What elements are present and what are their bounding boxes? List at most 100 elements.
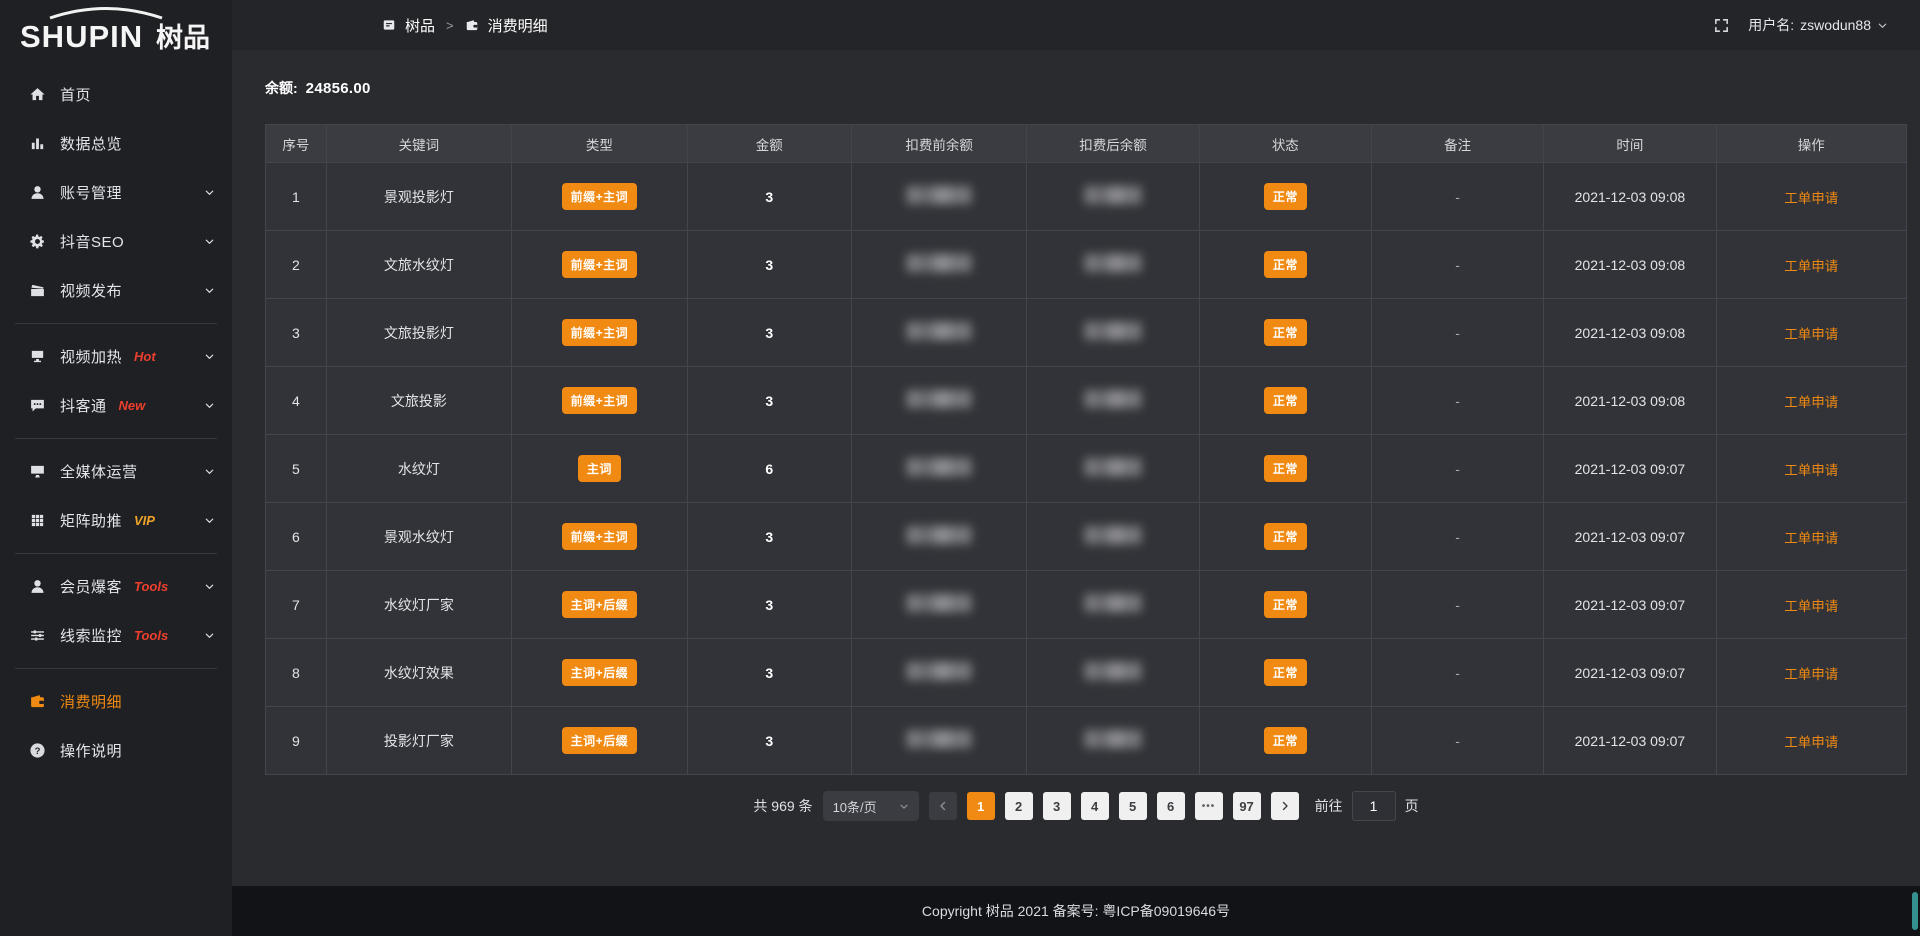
- remark-cell: -: [1371, 367, 1543, 435]
- column-header: 时间: [1544, 125, 1716, 163]
- sidebar-item-label: 视频发布: [60, 280, 122, 301]
- post-balance-cell: [1027, 163, 1199, 231]
- ticket-request-link[interactable]: 工单申请: [1784, 191, 1838, 206]
- type-cell: 前缀+主词: [512, 299, 688, 367]
- action-cell: 工单申请: [1716, 707, 1906, 775]
- type-cell: 前缀+主词: [512, 163, 688, 231]
- goto-page: 前往 页: [1315, 791, 1419, 821]
- goto-page-input[interactable]: [1352, 791, 1396, 821]
- sidebar-item-tag: Tools: [134, 579, 168, 594]
- masked-post-balance: [1085, 390, 1141, 408]
- sidebar-item-all-media[interactable]: 全媒体运营: [0, 447, 232, 496]
- type-badge: 主词+后缀: [562, 591, 638, 618]
- ticket-request-link[interactable]: 工单申请: [1784, 327, 1838, 342]
- remark-cell: -: [1371, 503, 1543, 571]
- scrollbar-thumb[interactable]: [1912, 892, 1918, 930]
- page-buttons: 123456 ••• 97: [967, 792, 1261, 820]
- keyword-cell: 水纹灯厂家: [326, 571, 511, 639]
- sidebar-item-douketong[interactable]: 抖客通New: [0, 381, 232, 430]
- next-page-button[interactable]: [1271, 792, 1299, 820]
- sidebar-item-clue-monitor[interactable]: 线索监控Tools: [0, 611, 232, 660]
- status-badge: 正常: [1264, 591, 1307, 618]
- row-index-cell: 9: [266, 707, 327, 775]
- post-balance-cell: [1027, 571, 1199, 639]
- table-row: 1景观投影灯前缀+主词3正常-2021-12-03 09:08工单申请: [266, 163, 1907, 231]
- masked-pre-balance: [907, 730, 971, 748]
- ticket-request-link[interactable]: 工单申请: [1784, 599, 1838, 614]
- page-size-select[interactable]: 10条/页: [823, 791, 919, 821]
- action-cell: 工单申请: [1716, 435, 1906, 503]
- remark-cell: -: [1371, 299, 1543, 367]
- chevron-down: [200, 397, 218, 415]
- column-header: 操作: [1716, 125, 1906, 163]
- ticket-request-link[interactable]: 工单申请: [1784, 735, 1838, 750]
- table-row: 9投影灯厂家主词+后缀3正常-2021-12-03 09:07工单申请: [266, 707, 1907, 775]
- time-cell: 2021-12-03 09:08: [1544, 299, 1716, 367]
- breadcrumb-current: 消费明细: [488, 15, 548, 36]
- ticket-request-link[interactable]: 工单申请: [1784, 395, 1838, 410]
- sidebar-item-label: 首页: [60, 84, 91, 105]
- copyright-text: Copyright 树品 2021 备案号: 粤ICP备09019646号: [922, 901, 1230, 921]
- page-button-5[interactable]: 5: [1119, 792, 1147, 820]
- sidebar-item-douyin-seo[interactable]: 抖音SEO: [0, 217, 232, 266]
- logo-suffix: 树品: [156, 23, 210, 53]
- table-body: 1景观投影灯前缀+主词3正常-2021-12-03 09:08工单申请2文旅水纹…: [266, 163, 1907, 775]
- keyword-cell: 景观水纹灯: [326, 503, 511, 571]
- masked-pre-balance: [907, 254, 971, 272]
- ticket-request-link[interactable]: 工单申请: [1784, 259, 1838, 274]
- sidebar-item-video-heat[interactable]: 视频加热Hot: [0, 332, 232, 381]
- ticket-request-link[interactable]: 工单申请: [1784, 667, 1838, 682]
- time-cell: 2021-12-03 09:07: [1544, 503, 1716, 571]
- amount-cell: 3: [687, 639, 851, 707]
- sidebar-item-label: 数据总览: [60, 133, 122, 154]
- svg-text:?: ?: [34, 746, 40, 757]
- keyword-cell: 文旅水纹灯: [326, 231, 511, 299]
- page-button-6[interactable]: 6: [1157, 792, 1185, 820]
- sidebar-item-video-publish[interactable]: 视频发布: [0, 266, 232, 315]
- more-pages-button[interactable]: •••: [1195, 792, 1223, 820]
- sidebar-item-home[interactable]: 首页: [0, 70, 232, 119]
- type-badge: 主词+后缀: [562, 727, 638, 754]
- keyword-cell: 水纹灯: [326, 435, 511, 503]
- sidebar-item-label: 消费明细: [60, 691, 122, 712]
- ticket-request-link[interactable]: 工单申请: [1784, 463, 1838, 478]
- amount-cell: 3: [687, 163, 851, 231]
- breadcrumb-root[interactable]: 树品: [405, 15, 435, 36]
- page-button-2[interactable]: 2: [1005, 792, 1033, 820]
- time-cell: 2021-12-03 09:08: [1544, 367, 1716, 435]
- sidebar-item-account-manage[interactable]: 账号管理: [0, 168, 232, 217]
- sidebar-item-member-burst[interactable]: 会员爆客Tools: [0, 562, 232, 611]
- sidebar-item-operation-guide[interactable]: ? 操作说明: [0, 726, 232, 775]
- post-balance-cell: [1027, 639, 1199, 707]
- amount-cell: 3: [687, 299, 851, 367]
- chevron-down: [200, 578, 218, 596]
- page-button-97[interactable]: 97: [1233, 792, 1261, 820]
- sidebar-item-tag: Tools: [134, 628, 168, 643]
- sidebar-item-matrix-boost[interactable]: 矩阵助推VIP: [0, 496, 232, 545]
- bar-chart-icon: [28, 135, 46, 153]
- column-header: 备注: [1371, 125, 1543, 163]
- user-menu[interactable]: 用户名: zswodun88: [1748, 15, 1888, 35]
- action-cell: 工单申请: [1716, 231, 1906, 299]
- table-row: 8水纹灯效果主词+后缀3正常-2021-12-03 09:07工单申请: [266, 639, 1907, 707]
- status-cell: 正常: [1199, 435, 1371, 503]
- prev-page-button[interactable]: [929, 792, 957, 820]
- time-cell: 2021-12-03 09:07: [1544, 639, 1716, 707]
- action-cell: 工单申请: [1716, 639, 1906, 707]
- breadcrumb-separator: >: [446, 18, 454, 33]
- fullscreen-icon[interactable]: [1712, 16, 1730, 34]
- page-button-3[interactable]: 3: [1043, 792, 1071, 820]
- sidebar-item-label: 账号管理: [60, 182, 122, 203]
- sidebar-item-data-overview[interactable]: 数据总览: [0, 119, 232, 168]
- status-badge: 正常: [1264, 455, 1307, 482]
- type-cell: 前缀+主词: [512, 367, 688, 435]
- type-badge: 主词: [578, 455, 621, 482]
- page-button-1[interactable]: 1: [967, 792, 995, 820]
- ticket-request-link[interactable]: 工单申请: [1784, 531, 1838, 546]
- sidebar-item-consume-detail[interactable]: 消费明细: [0, 677, 232, 726]
- chevron-down: [200, 512, 218, 530]
- balance-label: 余额:: [265, 78, 298, 98]
- time-cell: 2021-12-03 09:08: [1544, 231, 1716, 299]
- page-button-4[interactable]: 4: [1081, 792, 1109, 820]
- sidebar-item-label: 操作说明: [60, 740, 122, 761]
